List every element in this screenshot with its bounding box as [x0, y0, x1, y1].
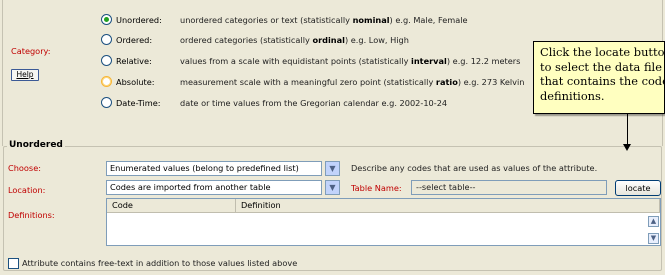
radio-absolute-label: Absolute:	[116, 77, 155, 87]
callout-line: definitions.	[540, 88, 605, 103]
radio-datetime-desc: date or time values from the Gregorian c…	[180, 98, 448, 108]
freetext-checkbox[interactable]	[8, 258, 19, 269]
category-label: Category:	[11, 46, 51, 56]
radio-ordered-desc: ordered categories (statistically ordina…	[180, 35, 409, 45]
table-name-field[interactable]: --select table--	[411, 180, 607, 195]
choose-hint: Describe any codes that are used as valu…	[351, 163, 598, 173]
choose-label: Choose:	[8, 163, 41, 173]
radio-relative-desc: values from a scale with equidistant poi…	[180, 56, 521, 66]
callout-line: to select the data file	[540, 59, 662, 74]
callout-arrow-line	[627, 114, 628, 146]
radio-unordered-label: Unordered:	[116, 15, 162, 25]
radio-ordered-label: Ordered:	[116, 35, 153, 45]
chevron-down-icon[interactable]: ▼	[325, 161, 340, 176]
help-button[interactable]: Help	[11, 69, 39, 81]
radio-relative-label: Relative:	[116, 56, 152, 66]
callout-line: that contains the code	[540, 74, 665, 88]
radio-datetime[interactable]	[101, 97, 112, 108]
arrow-up-icon[interactable]: ▲	[648, 216, 659, 227]
column-header-code[interactable]: Code	[107, 199, 236, 213]
locate-callout: Click the locate button to select the da…	[533, 41, 665, 114]
radio-ordered[interactable]	[101, 34, 112, 45]
chevron-down-icon[interactable]: ▼	[325, 180, 340, 195]
column-header-definition[interactable]: Definition	[236, 199, 660, 213]
location-label: Location:	[8, 185, 46, 195]
locate-button[interactable]: locate	[615, 180, 661, 196]
callout-arrow-head	[623, 144, 631, 151]
arrow-down-icon[interactable]: ▼	[648, 233, 659, 244]
definitions-table[interactable]: Code Definition ▲ ▼	[106, 198, 661, 246]
radio-absolute[interactable]	[101, 76, 112, 87]
table-name-label: Table Name:	[351, 183, 402, 193]
radio-relative[interactable]	[101, 55, 112, 66]
radio-unordered-desc: unordered categories or text (statistica…	[180, 15, 468, 25]
radio-datetime-label: Date-Time:	[116, 98, 161, 108]
choose-select[interactable]: Enumerated values (belong to predefined …	[106, 161, 322, 176]
unordered-group-title: Unordered	[7, 140, 65, 150]
location-select[interactable]: Codes are imported from another table	[106, 180, 322, 195]
radio-absolute-desc: measurement scale with a meaningful zero…	[180, 77, 525, 87]
freetext-label: Attribute contains free-text in addition…	[22, 258, 298, 268]
callout-line: Click the locate button	[540, 45, 665, 59]
definitions-label: Definitions:	[8, 210, 55, 220]
radio-unordered[interactable]	[101, 14, 112, 25]
